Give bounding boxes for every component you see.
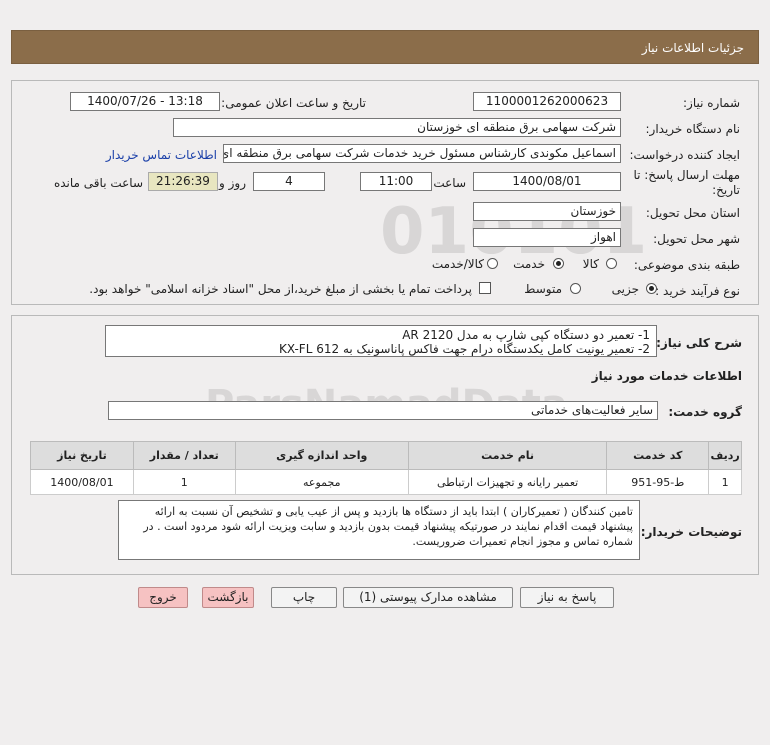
table-header: تاریخ نیاز [30,441,134,470]
table-header: واحد اندازه گیری [234,441,409,470]
page-title: جزئیات اطلاعات نیاز [641,41,744,55]
deadline-time-label: ساعت [433,176,466,190]
announce-date-field: 1400/07/26 - 13:18 [70,92,220,111]
table-header: تعداد / مقدار [132,441,236,470]
delivery-city-field: اهواز [473,228,621,247]
summary-label: شرح کلی نیاز: [656,336,742,350]
remaining-days-label: روز و [219,176,246,190]
table-cell-need-date: 1400/08/01 [30,469,134,495]
treasury-payment-note: پرداخت تمام یا بخشی از مبلغ خرید،از محل … [89,282,472,296]
table-header: ردیف [708,441,742,470]
need-number-label: شماره نیاز: [683,96,740,110]
deadline-time-field: 11:00 [360,172,432,191]
table-header: نام خدمت [407,441,608,470]
need-number-field: 1100001262000623 [473,92,621,111]
purchase-type-option-medium: متوسط [524,282,562,296]
category-radio-goods[interactable] [606,258,617,269]
announce-date-label: تاریخ و ساعت اعلان عمومی: [221,96,366,110]
category-option-goods-service: کالا/خدمت [431,257,484,271]
buyer-org-label: نام دستگاه خریدار: [645,122,741,136]
purchase-type-radio-medium[interactable] [570,283,581,294]
treasury-payment-checkbox[interactable] [479,282,491,294]
table-cell-quantity: 1 [132,469,236,495]
buyer-org-field: شرکت سهامی برق منطقه ای خوزستان [173,118,621,137]
table-header: کد خدمت [606,441,710,470]
table-cell-service-code: ط-95-951 [606,469,710,495]
purchase-type-radio-minor[interactable] [646,283,657,294]
summary-field: 1- تعمیر دو دستگاه کپی شارپ به مدل AR 21… [105,325,657,357]
delivery-province-label: استان محل تحویل: [645,206,740,220]
exit-button[interactable]: خروج [138,587,188,608]
category-label: طبقه بندی موضوعی: [633,258,740,272]
purchase-type-label: نوع فرآیند خرید : [655,284,740,298]
service-group-label: گروه خدمت: [668,405,742,419]
delivery-city-label: شهر محل تحویل: [653,232,740,246]
back-button[interactable]: بازگشت [202,587,254,608]
category-radio-service[interactable] [553,258,564,269]
deadline-label-line1: مهلت ارسال پاسخ: تا [633,168,740,182]
view-attachments-button[interactable]: مشاهده مدارک پیوستی (1) [343,587,513,608]
category-option-goods: کالا [582,257,599,271]
service-group-field: سایر فعالیت‌های خدماتی [108,401,658,420]
reply-button[interactable]: پاسخ به نیاز [520,587,614,608]
print-button[interactable]: چاپ [271,587,337,608]
services-table: ردیف کد خدمت نام خدمت واحد اندازه گیری ت… [30,441,742,495]
deadline-label-line2: تاریخ: [712,183,740,197]
requester-label: ایجاد کننده درخواست: [629,148,740,162]
table-cell-unit: مجموعه [234,469,409,495]
category-option-service: خدمت [513,257,545,271]
deadline-date-field: 1400/08/01 [473,172,621,191]
buyer-contact-link[interactable]: اطلاعات تماس خریدار [106,148,217,162]
table-cell-service-name: تعمیر رایانه و تجهیزات ارتباطی [407,469,608,495]
buyer-notes-label: توضیحات خریدار: [640,525,742,539]
page-header: جزئیات اطلاعات نیاز [11,30,759,64]
purchase-type-option-minor: جزیی [611,282,639,296]
remaining-days-field: 4 [253,172,325,191]
table-row: 1 ط-95-951 تعمیر رایانه و تجهیزات ارتباط… [30,469,742,495]
remaining-time-label: ساعت باقی مانده [53,176,143,190]
buyer-notes-field: تامین کنندگان ( تعمیرکاران ) ابتدا باید … [118,500,640,560]
table-header-row: ردیف کد خدمت نام خدمت واحد اندازه گیری ت… [30,441,742,470]
summary-line-1: 1- تعمیر دو دستگاه کپی شارپ به مدل AR 21… [402,328,650,342]
services-section-title: اطلاعات خدمات مورد نیاز [591,369,742,383]
requester-field: اسماعیل مکوندی کارشناس مسئول خرید خدمات … [223,144,621,163]
table-cell-row-number: 1 [708,469,742,495]
remaining-time-field: 21:26:39 [148,172,218,191]
category-radio-goods-service[interactable] [487,258,498,269]
summary-line-2: 2- تعمیر یونیت کامل یکدستگاه درام جهت فا… [278,342,650,356]
delivery-province-field: خوزستان [473,202,621,221]
